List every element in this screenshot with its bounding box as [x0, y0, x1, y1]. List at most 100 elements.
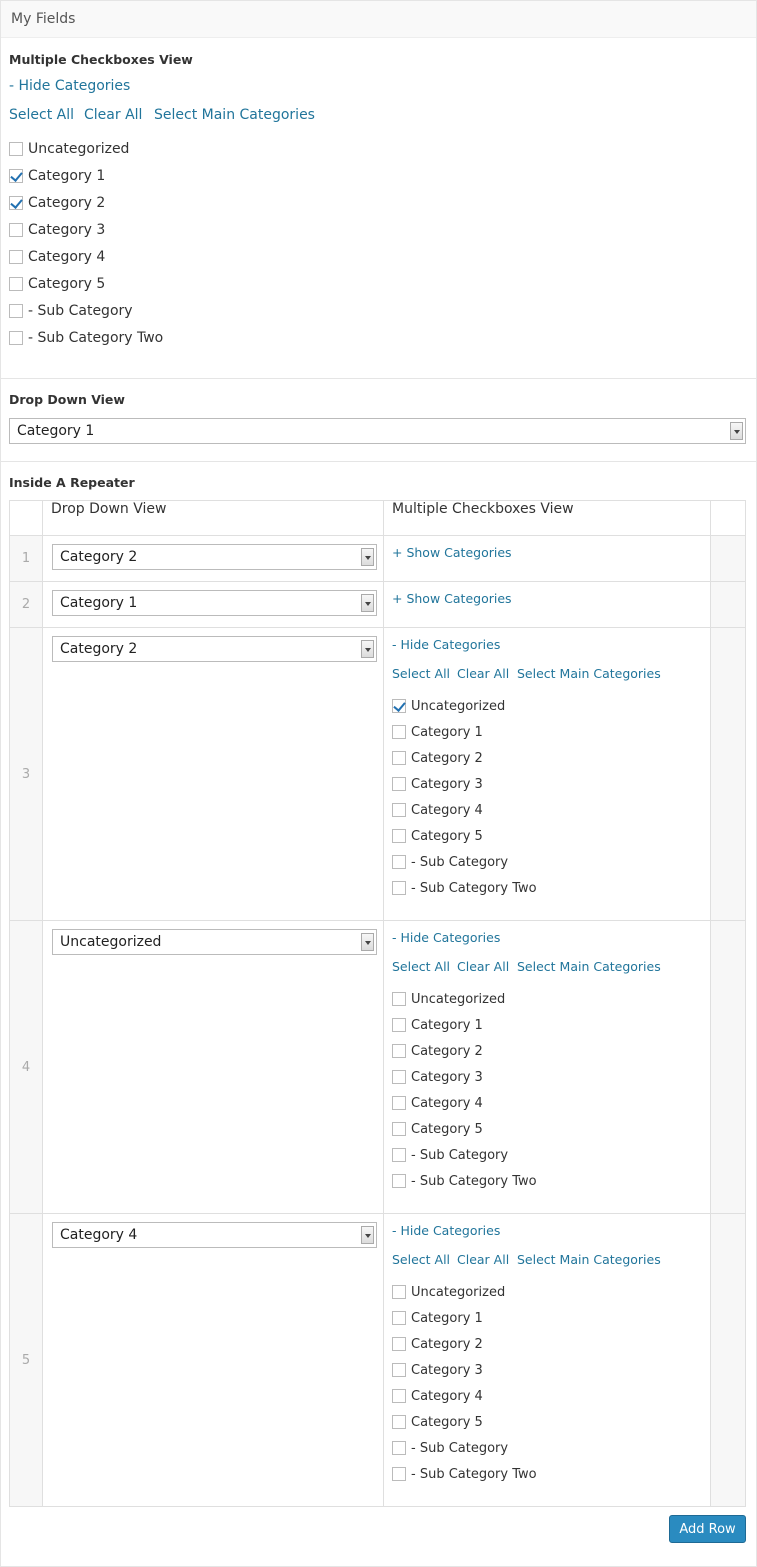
row-order-handle[interactable]: 3	[9, 627, 43, 921]
checkbox-option[interactable]: - Sub Category Two	[392, 879, 537, 897]
checkbox-option[interactable]: Category 2	[9, 194, 105, 212]
clear-all-link[interactable]: Clear All	[457, 1252, 509, 1267]
row-dropdown-select[interactable]: Category 1	[52, 590, 377, 616]
checkbox[interactable]	[392, 725, 406, 739]
checkbox-option[interactable]: - Sub Category	[392, 1146, 508, 1164]
checkbox[interactable]	[392, 855, 406, 869]
clear-all-link[interactable]: Clear All	[457, 666, 509, 681]
checkbox-option[interactable]: - Sub Category	[392, 853, 508, 871]
checkbox[interactable]	[392, 1174, 406, 1188]
checkbox[interactable]	[9, 277, 23, 291]
checkbox[interactable]	[392, 1148, 406, 1162]
checkbox[interactable]	[9, 223, 23, 237]
checkbox[interactable]	[9, 331, 23, 345]
checkbox-option[interactable]: Category 1	[9, 167, 105, 185]
checkbox[interactable]	[392, 1389, 406, 1403]
checkbox[interactable]	[9, 304, 23, 318]
checkbox[interactable]	[392, 1337, 406, 1351]
select-main-categories-link[interactable]: Select Main Categories	[517, 666, 661, 681]
row-order-handle[interactable]: 1	[9, 535, 43, 582]
select-main-categories-link[interactable]: Select Main Categories	[154, 107, 315, 123]
row-order-handle[interactable]: 5	[9, 1213, 43, 1507]
show-categories-link[interactable]: + Show Categories	[392, 545, 512, 560]
clear-all-link[interactable]: Clear All	[457, 959, 509, 974]
checkbox[interactable]	[392, 992, 406, 1006]
divider	[1, 378, 756, 379]
select-all-link[interactable]: Select All	[9, 107, 74, 123]
checkbox-option[interactable]: - Sub Category	[392, 1439, 508, 1457]
checkbox-option[interactable]: Category 2	[392, 749, 483, 767]
select-all-link[interactable]: Select All	[392, 666, 450, 681]
checkbox-option[interactable]: Category 1	[392, 1016, 483, 1034]
clear-all-link[interactable]: Clear All	[84, 107, 142, 123]
checkbox[interactable]	[9, 169, 23, 183]
checkbox[interactable]	[392, 1467, 406, 1481]
checkbox-option[interactable]: - Sub Category	[9, 302, 133, 320]
checkbox-option[interactable]: Category 5	[392, 1413, 483, 1431]
checkbox[interactable]	[392, 751, 406, 765]
checkbox-option[interactable]: Category 3	[392, 775, 483, 793]
row-dropdown-select[interactable]: Category 2	[52, 636, 377, 662]
checkbox-option[interactable]: Category 4	[392, 801, 483, 819]
checkbox-option[interactable]: Category 5	[392, 827, 483, 845]
checkbox-option[interactable]: Category 5	[392, 1120, 483, 1138]
checkbox[interactable]	[392, 1311, 406, 1325]
select-main-categories-link[interactable]: Select Main Categories	[517, 959, 661, 974]
select-all-link[interactable]: Select All	[392, 959, 450, 974]
checkbox-option[interactable]: Category 3	[392, 1361, 483, 1379]
row-order-handle[interactable]: 4	[9, 920, 43, 1214]
checkbox-option[interactable]: Category 4	[392, 1094, 483, 1112]
checkbox-option[interactable]: Category 1	[392, 723, 483, 741]
hide-categories-link[interactable]: - Hide Categories	[392, 930, 500, 945]
row-dropdown-select[interactable]: Category 4	[52, 1222, 377, 1248]
checkbox-option[interactable]: Category 3	[392, 1068, 483, 1086]
checkbox-option[interactable]: - Sub Category Two	[9, 329, 163, 347]
add-row-button[interactable]: Add Row	[669, 1515, 746, 1543]
dropdown-select[interactable]: Category 1	[9, 418, 746, 444]
checkbox-option[interactable]: Uncategorized	[392, 1283, 505, 1301]
checkbox[interactable]	[392, 1441, 406, 1455]
checkbox[interactable]	[392, 1018, 406, 1032]
checkbox[interactable]	[392, 803, 406, 817]
checkbox-option[interactable]: - Sub Category Two	[392, 1465, 537, 1483]
checkbox[interactable]	[392, 881, 406, 895]
checkbox-option[interactable]: Category 5	[9, 275, 105, 293]
select-main-categories-link[interactable]: Select Main Categories	[517, 1252, 661, 1267]
checkbox-option[interactable]: Category 1	[392, 1309, 483, 1327]
row-order-handle[interactable]: 2	[9, 581, 43, 628]
checkbox-option[interactable]: Category 2	[392, 1042, 483, 1060]
checkbox[interactable]	[392, 777, 406, 791]
hide-categories-link[interactable]: - Hide Categories	[9, 78, 130, 94]
checkbox-option[interactable]: - Sub Category Two	[392, 1172, 537, 1190]
checkbox[interactable]	[392, 699, 406, 713]
checkbox-option[interactable]: Uncategorized	[392, 990, 505, 1008]
checkbox[interactable]	[392, 1415, 406, 1429]
checkbox[interactable]	[9, 250, 23, 264]
checkbox-label: Category 2	[411, 750, 483, 766]
row-dropdown-value: Category 2	[60, 549, 138, 565]
checkbox[interactable]	[392, 1122, 406, 1136]
checkbox[interactable]	[392, 1096, 406, 1110]
row-dropdown-select[interactable]: Uncategorized	[52, 929, 377, 955]
checkbox[interactable]	[392, 1363, 406, 1377]
checkbox-label: Uncategorized	[411, 991, 506, 1007]
checkbox[interactable]	[9, 196, 23, 210]
show-categories-link[interactable]: + Show Categories	[392, 591, 512, 606]
checkbox-option[interactable]: Category 4	[392, 1387, 483, 1405]
checkbox-option[interactable]: Uncategorized	[392, 697, 505, 715]
select-all-link[interactable]: Select All	[392, 1252, 450, 1267]
hide-categories-link[interactable]: - Hide Categories	[392, 1223, 500, 1238]
checkbox-option[interactable]: Category 3	[9, 221, 105, 239]
checkbox[interactable]	[392, 1044, 406, 1058]
checkbox[interactable]	[392, 829, 406, 843]
checkbox-option[interactable]: Uncategorized	[9, 140, 129, 158]
checkbox-option[interactable]: Category 4	[9, 248, 105, 266]
row-dropdown-value: Category 1	[60, 595, 138, 611]
checkbox-option[interactable]: Category 2	[392, 1335, 483, 1353]
checkbox[interactable]	[392, 1070, 406, 1084]
row-dropdown-select[interactable]: Category 2	[52, 544, 377, 570]
hide-categories-link[interactable]: - Hide Categories	[392, 637, 500, 652]
checkbox[interactable]	[9, 142, 23, 156]
checkbox[interactable]	[392, 1285, 406, 1299]
chevron-down-icon	[361, 594, 374, 612]
